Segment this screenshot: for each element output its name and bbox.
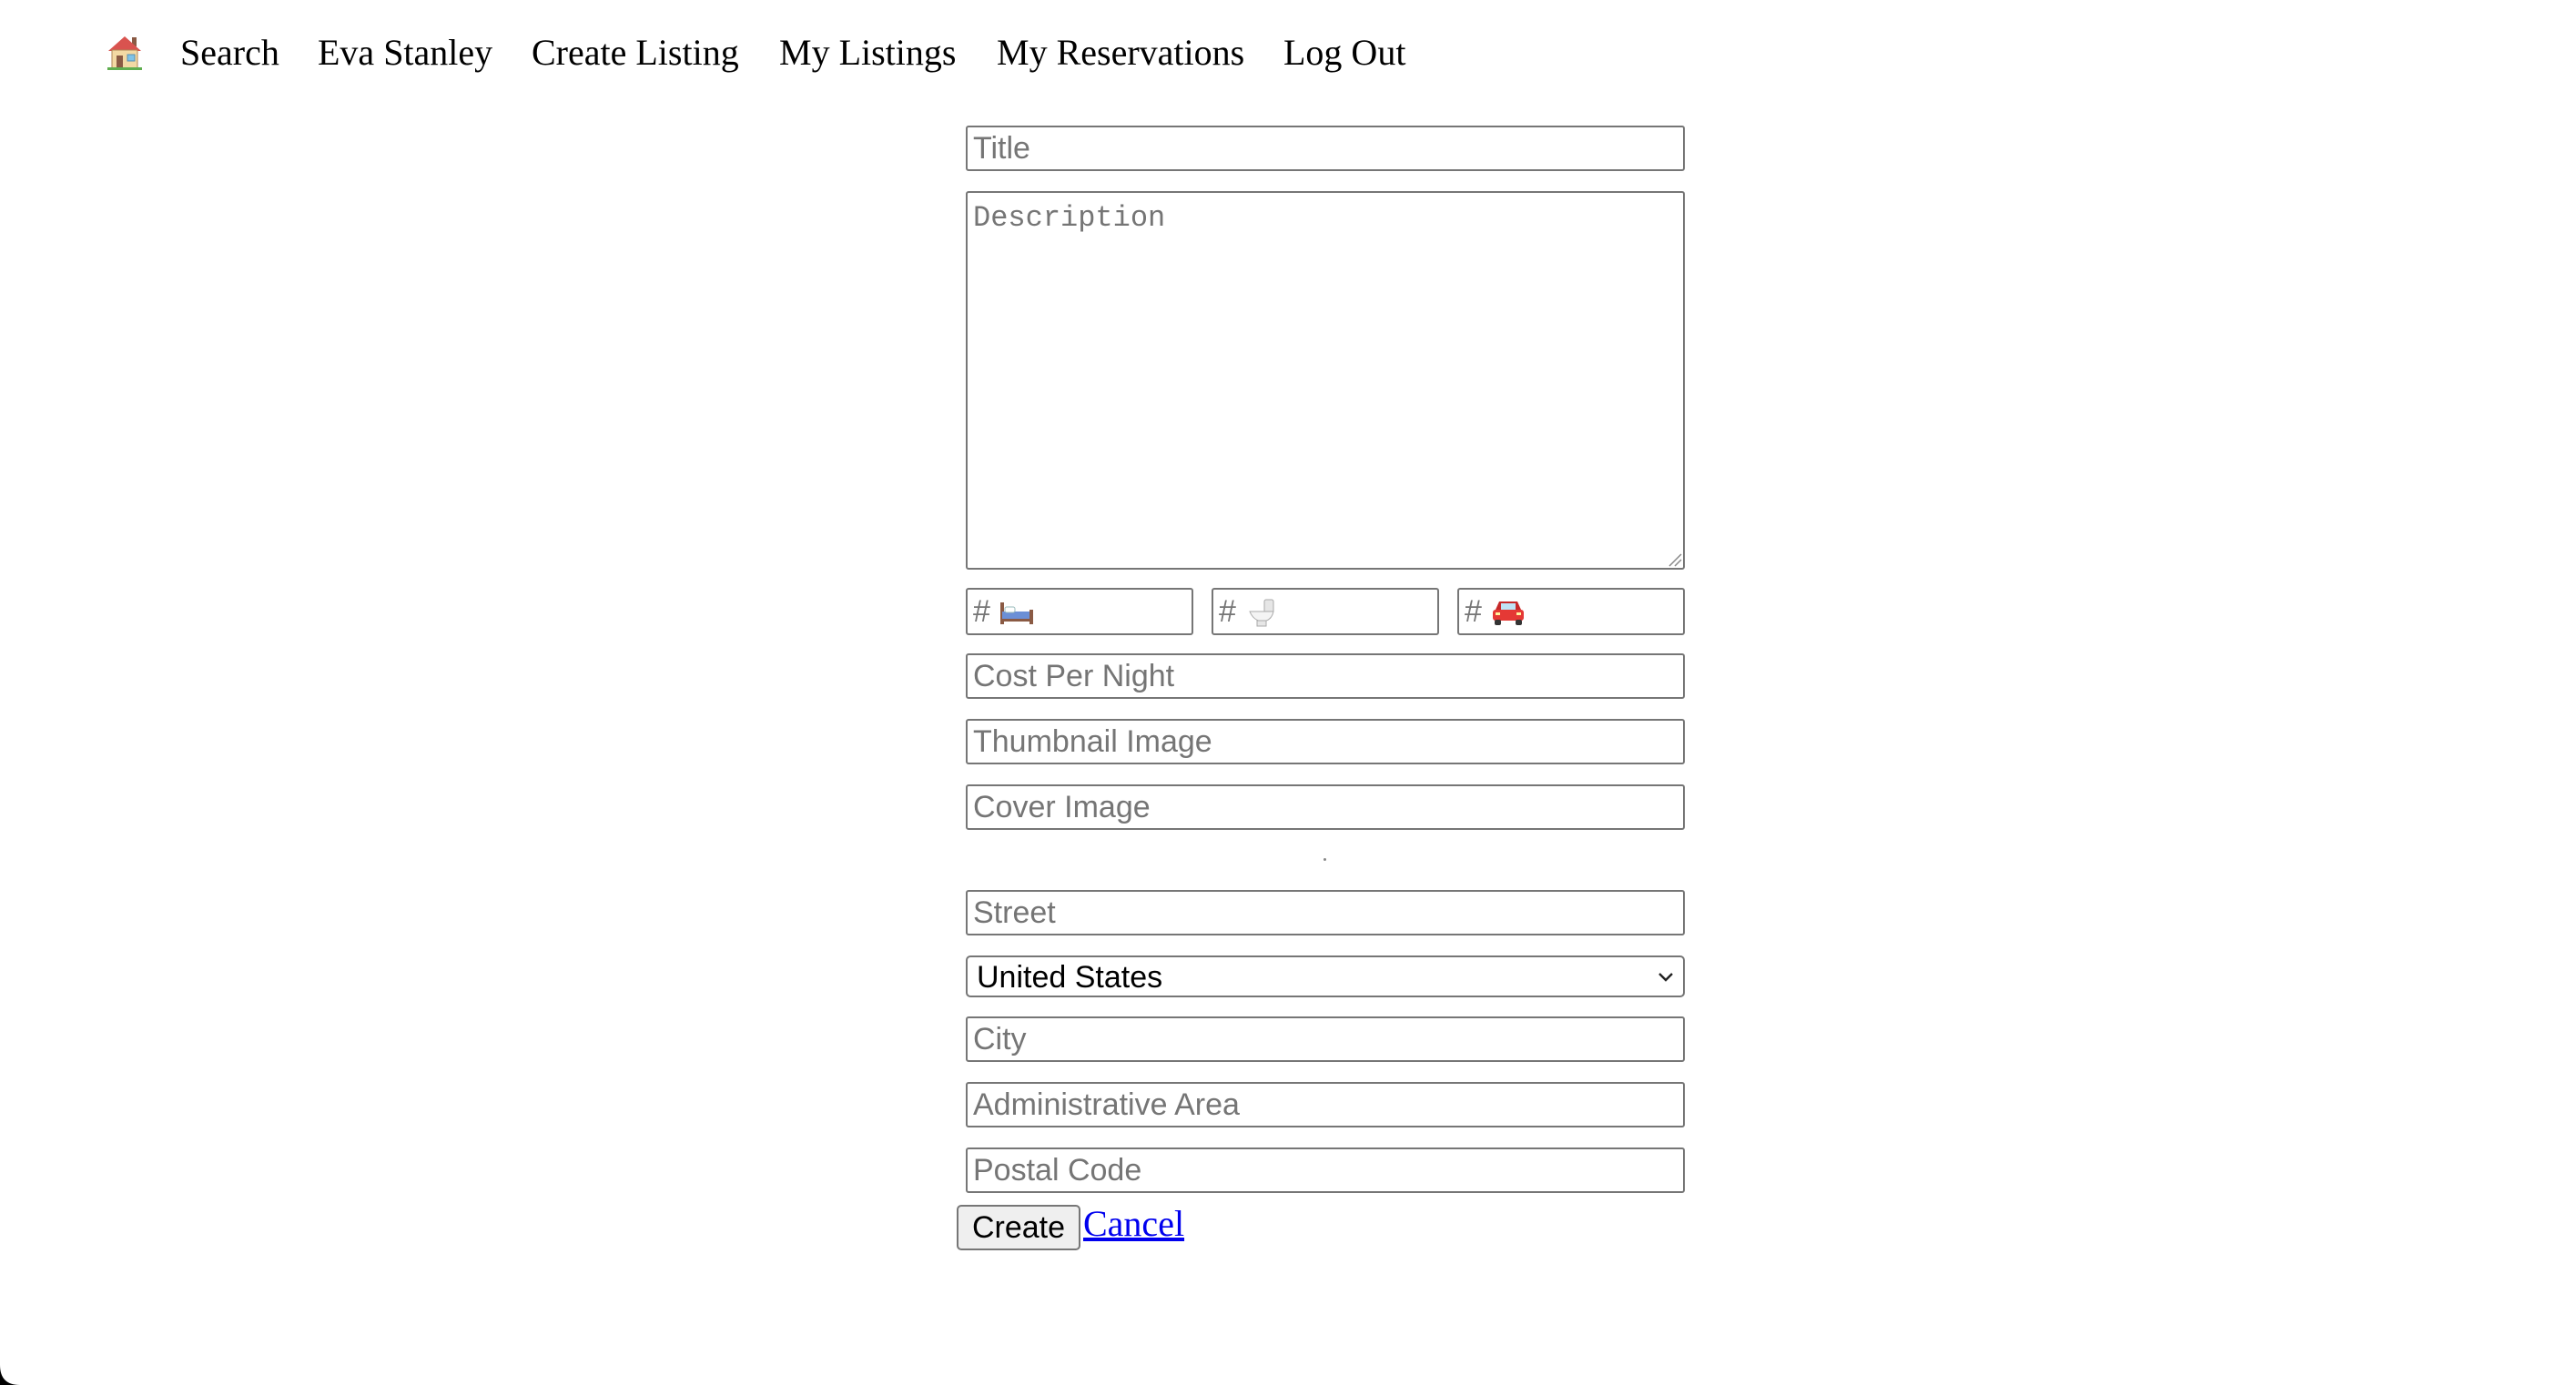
- window-corner: [0, 1365, 20, 1385]
- bed-icon: [1000, 602, 1033, 624]
- administrative-area-input[interactable]: [966, 1082, 1685, 1127]
- house-icon: [107, 36, 142, 70]
- parking-prefix: #: [1465, 594, 1482, 629]
- resize-handle-icon[interactable]: [1667, 551, 1683, 568]
- bathrooms-input[interactable]: #: [1212, 588, 1439, 635]
- country-select-value: United States: [977, 960, 1163, 995]
- nav-log-out-link[interactable]: Log Out: [1283, 25, 1405, 80]
- cancel-link[interactable]: Cancel: [1083, 1199, 1184, 1249]
- country-select[interactable]: United States: [966, 955, 1685, 997]
- postal-code-input[interactable]: [966, 1147, 1685, 1193]
- street-input[interactable]: [966, 890, 1685, 935]
- title-input[interactable]: [966, 126, 1685, 171]
- nav-user-link[interactable]: Eva Stanley: [318, 25, 492, 80]
- thumbnail-image-input[interactable]: [966, 719, 1685, 764]
- cost-per-night-input[interactable]: [966, 653, 1685, 699]
- create-button[interactable]: Create: [957, 1205, 1080, 1250]
- cover-image-input[interactable]: [966, 784, 1685, 830]
- chevron-down-icon: [1658, 973, 1673, 982]
- bathrooms-prefix: #: [1219, 594, 1236, 629]
- car-icon: [1493, 602, 1524, 625]
- parking-input[interactable]: #: [1457, 588, 1685, 635]
- nav-my-listings-link[interactable]: My Listings: [779, 25, 956, 80]
- description-textarea[interactable]: [966, 191, 1685, 570]
- bedrooms-input[interactable]: #: [966, 588, 1193, 635]
- city-input[interactable]: [966, 1016, 1685, 1062]
- nav-my-reservations-link[interactable]: My Reservations: [997, 25, 1244, 80]
- toilet-icon: [1249, 599, 1274, 627]
- top-nav: Search Eva Stanley Create Listing My Lis…: [0, 0, 2576, 105]
- bedrooms-prefix: #: [973, 594, 990, 629]
- home-icon[interactable]: [104, 31, 146, 73]
- nav-search-link[interactable]: Search: [180, 25, 279, 80]
- separator-dot: [1323, 858, 1326, 861]
- nav-create-listing-link[interactable]: Create Listing: [532, 25, 739, 80]
